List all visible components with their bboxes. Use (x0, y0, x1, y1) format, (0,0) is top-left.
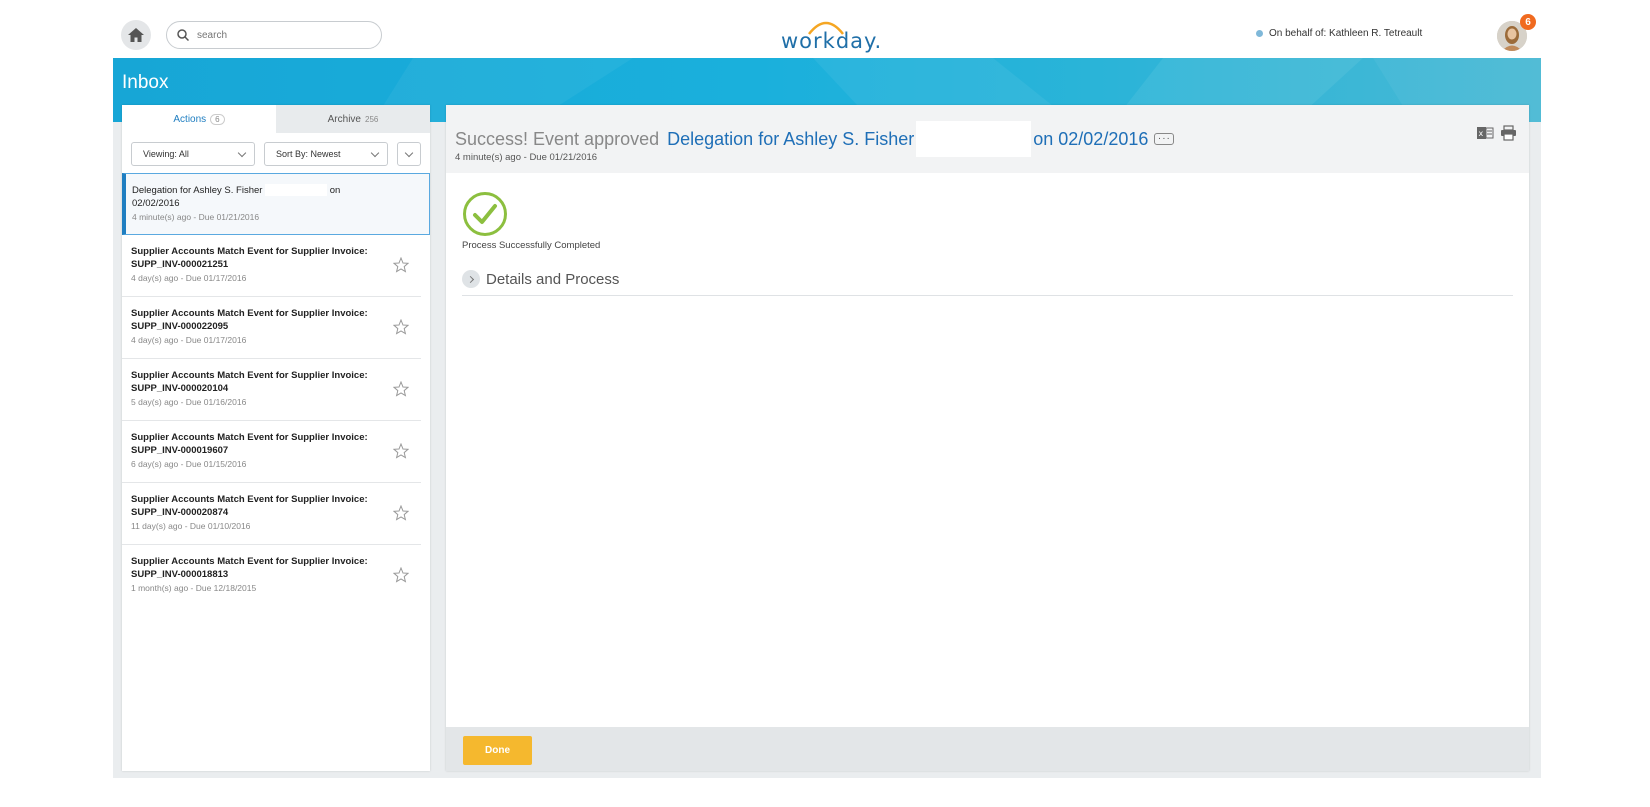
star-icon[interactable] (393, 319, 409, 335)
detail-subtitle: 4 minute(s) ago - Due 01/21/2016 (455, 152, 598, 163)
on-behalf-indicator[interactable]: On behalf of: Kathleen R. Tetreault (1256, 28, 1422, 39)
list-item-meta: 4 day(s) ago - Due 01/17/2016 (131, 273, 247, 283)
print-icon[interactable] (1500, 125, 1517, 141)
list-item-meta: 4 day(s) ago - Due 01/17/2016 (131, 335, 247, 345)
star-icon[interactable] (393, 381, 409, 397)
detail-title-prefix: Success! Event approved (455, 128, 660, 149)
done-button[interactable]: Done (463, 736, 532, 765)
detail-header: Success! Event approved Delegation for A… (446, 105, 1529, 173)
list-item-title: Supplier Accounts Match Event for Suppli… (131, 556, 368, 580)
list-item-meta: 1 month(s) ago - Due 12/18/2015 (131, 583, 257, 593)
list-filters: Viewing: All Sort By: Newest (131, 142, 423, 166)
star-icon[interactable] (393, 567, 409, 583)
list-item-title: Supplier Accounts Match Event for Suppli… (131, 308, 368, 332)
inbox-list: Delegation for Ashley S. Fisher on 02/02… (122, 173, 430, 607)
divider (462, 295, 1513, 296)
more-filters-button[interactable] (397, 142, 421, 166)
list-item[interactable]: Supplier Accounts Match Event for Suppli… (122, 483, 421, 545)
list-item[interactable]: Supplier Accounts Match Event for Suppli… (122, 421, 421, 483)
chevron-right-icon (462, 270, 480, 288)
svg-text:x: x (1479, 129, 1484, 138)
home-icon (128, 28, 144, 42)
redacted-block (265, 184, 328, 197)
details-and-process-toggle[interactable]: Details and Process (462, 270, 619, 288)
sort-select[interactable]: Sort By: Newest (264, 142, 388, 166)
list-item-title: Supplier Accounts Match Event for Suppli… (131, 370, 368, 394)
list-item[interactable]: Delegation for Ashley S. Fisher on 02/02… (122, 173, 430, 235)
list-item-title: Supplier Accounts Match Event for Suppli… (131, 432, 368, 456)
inbox-tabs: Actions 6 Archive 256 (122, 105, 430, 133)
success-check-icon (463, 192, 507, 236)
tab-actions-count: 6 (210, 114, 225, 125)
list-item-title-text: 02/02/2016 (132, 198, 180, 209)
list-item-meta: 11 day(s) ago - Due 01/10/2016 (131, 521, 251, 531)
list-item-meta: 6 day(s) ago - Due 01/15/2016 (131, 459, 247, 469)
sort-select-value: Sort By: Newest (276, 149, 341, 159)
chevron-down-icon (404, 148, 414, 157)
main-frame: Inbox Actions 6 Archive 256 Viewing: All S… (113, 58, 1541, 778)
related-actions-button[interactable]: ··· (1154, 133, 1175, 145)
home-button[interactable] (121, 20, 151, 50)
tab-archive-label: Archive (327, 114, 361, 125)
page-title: Inbox (122, 72, 169, 93)
list-item-meta: 4 minute(s) ago - Due 01/21/2016 (132, 212, 260, 222)
detail-title-suffix: on 02/02/2016 (1033, 128, 1149, 149)
list-item-title-text: on (329, 185, 341, 196)
tab-archive[interactable]: Archive 256 (276, 105, 430, 133)
delegation-link[interactable]: Delegation for Ashley S. Fisher (667, 129, 914, 150)
chevron-down-icon (237, 148, 247, 157)
list-item[interactable]: Supplier Accounts Match Event for Suppli… (122, 297, 421, 359)
list-item-title: Supplier Accounts Match Event for Suppli… (131, 494, 368, 518)
workday-logo[interactable]: workday. (781, 16, 883, 53)
status-text: Process Successfully Completed (462, 240, 601, 251)
details-label: Details and Process (486, 270, 620, 288)
search-input[interactable] (197, 29, 357, 41)
tab-actions-label: Actions (173, 114, 207, 125)
excel-export-icon[interactable]: x (1477, 125, 1494, 141)
star-icon[interactable] (393, 505, 409, 521)
list-item-title: Delegation for Ashley S. Fisher on 02/02… (132, 184, 379, 210)
notification-badge[interactable]: 6 (1520, 14, 1536, 30)
top-bar: workday. On behalf of: Kathleen R. Tetre… (0, 0, 1650, 58)
list-item-title-text: Delegation for Ashley S. Fisher (132, 185, 263, 196)
star-icon[interactable] (393, 443, 409, 459)
list-item[interactable]: Supplier Accounts Match Event for Suppli… (122, 545, 421, 607)
star-icon[interactable] (393, 257, 409, 273)
logo-text: workday. (781, 29, 883, 53)
list-item[interactable]: Supplier Accounts Match Event for Suppli… (122, 235, 421, 297)
viewing-select-value: Viewing: All (143, 149, 189, 159)
list-item[interactable]: Supplier Accounts Match Event for Suppli… (122, 359, 421, 421)
detail-footer: Done (446, 727, 1529, 771)
on-behalf-text: On behalf of: Kathleen R. Tetreault (1269, 28, 1423, 39)
redacted-block (916, 121, 1032, 157)
list-item-meta: 5 day(s) ago - Due 01/16/2016 (131, 397, 247, 407)
search-box[interactable] (166, 21, 382, 49)
status-dot-icon (1256, 30, 1263, 37)
tab-archive-count: 256 (365, 115, 379, 124)
list-item-title: Supplier Accounts Match Event for Suppli… (131, 246, 368, 270)
inbox-list-panel: Actions 6 Archive 256 Viewing: All Sort By… (122, 105, 430, 771)
viewing-select[interactable]: Viewing: All (131, 142, 255, 166)
chevron-down-icon (370, 148, 380, 157)
search-icon (177, 29, 189, 41)
detail-panel: Success! Event approved Delegation for A… (446, 105, 1529, 771)
tab-actions[interactable]: Actions 6 (122, 105, 276, 133)
